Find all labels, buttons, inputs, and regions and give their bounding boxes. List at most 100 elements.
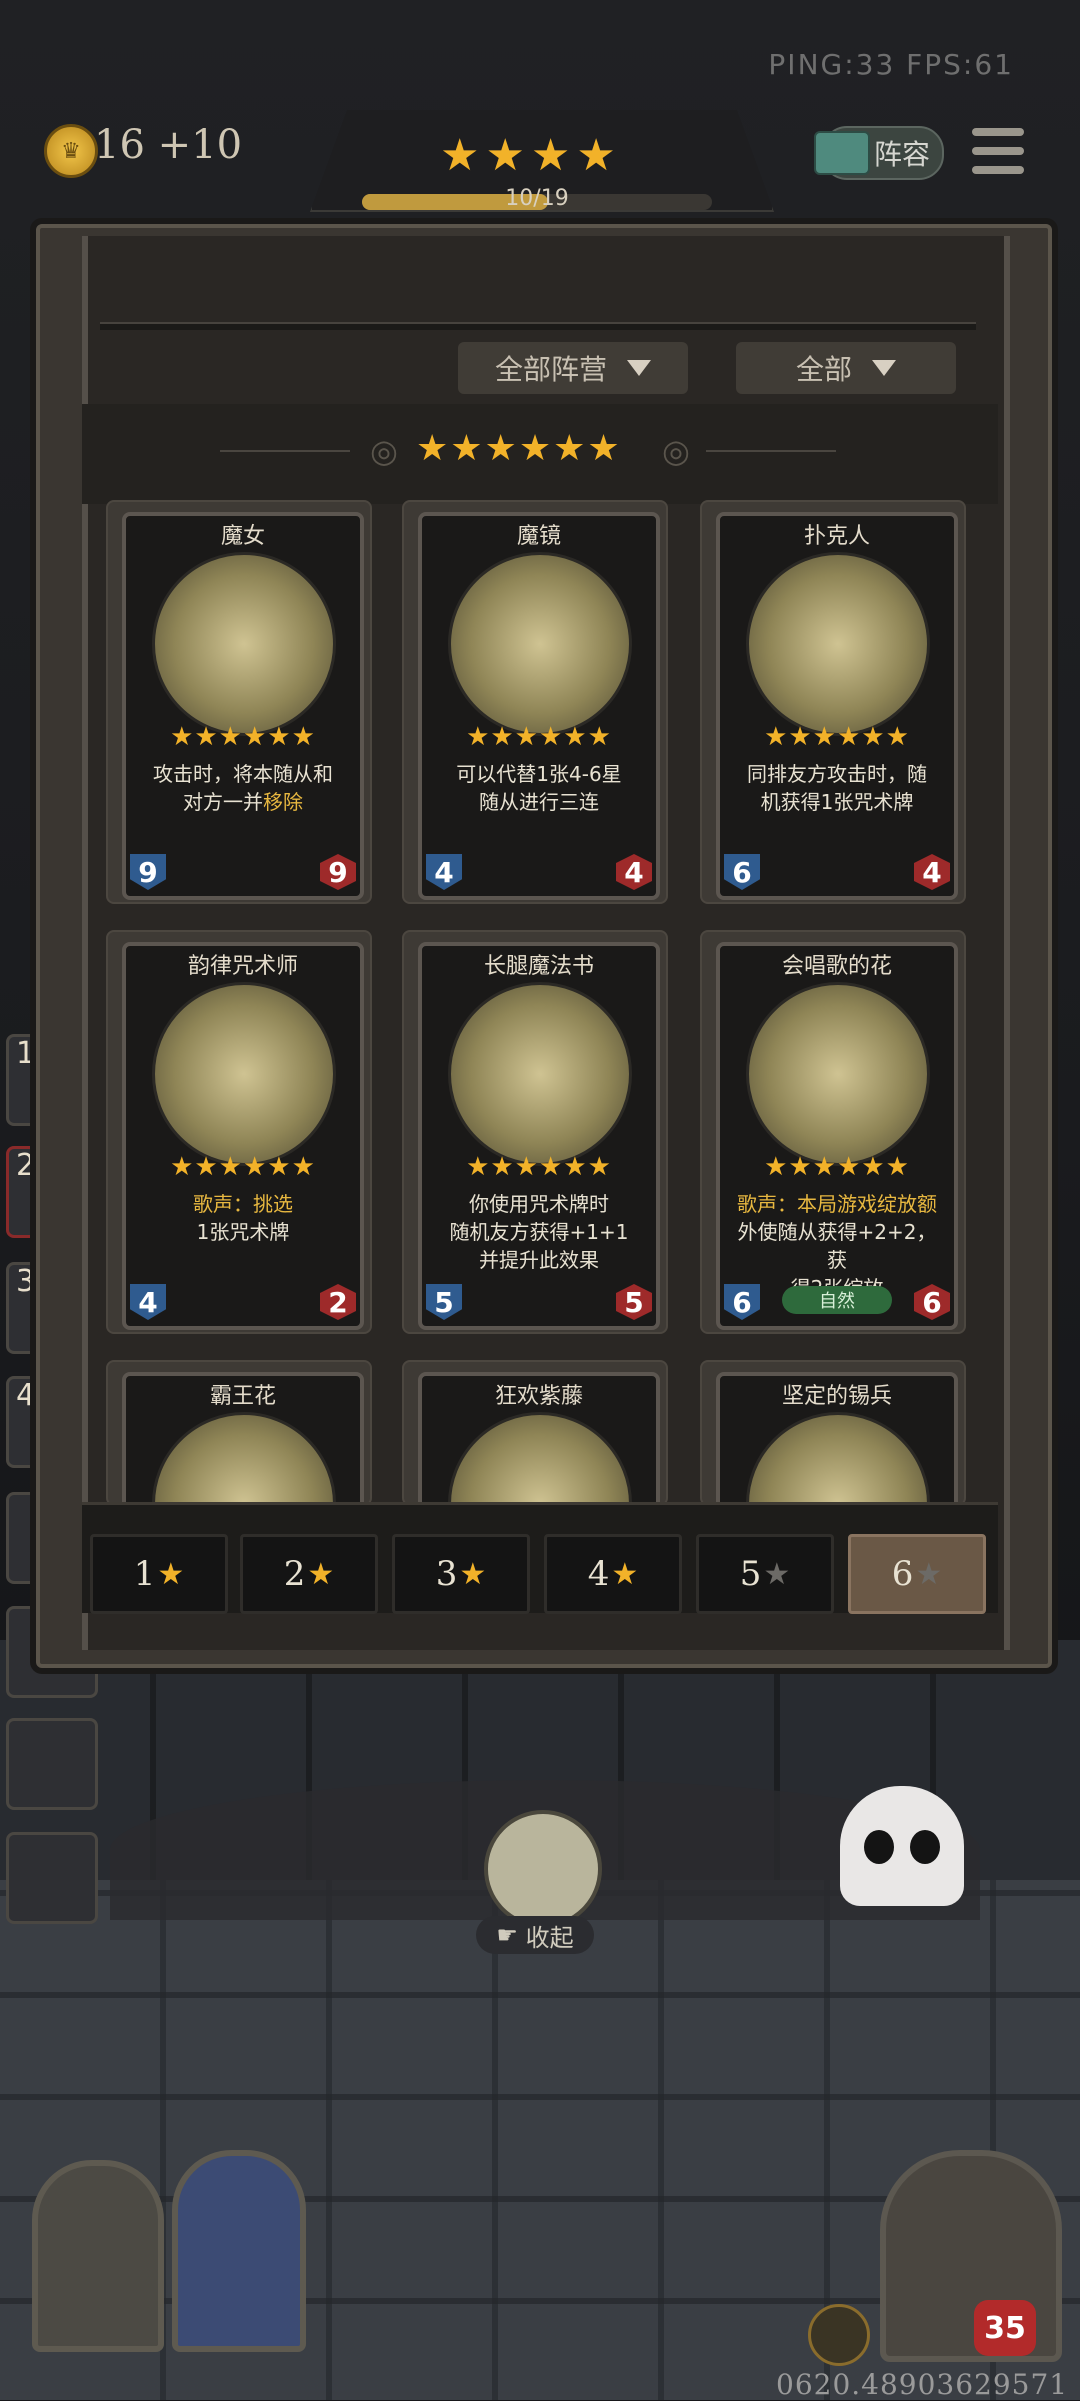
card-portrait — [448, 552, 632, 736]
card-desc-line: 并提升此效果 — [479, 1248, 599, 1272]
ghost-eye — [864, 1830, 894, 1864]
card-desc-line: 机获得1张咒术牌 — [760, 790, 914, 814]
card-portrait — [448, 1412, 632, 1504]
star-icon: ★ — [763, 1556, 791, 1592]
side-slot-gargoyle[interactable] — [6, 1832, 98, 1924]
minion-card[interactable]: 扑克人 ★★★★★★ 同排友方攻击时，随 机获得1张咒术牌 6 4 — [700, 500, 966, 904]
card-face: 霸王花 — [122, 1372, 364, 1504]
tier-tab-label: 5 — [739, 1554, 762, 1594]
tier-tab-6[interactable]: 6 ★ — [848, 1534, 986, 1614]
health-stat: 5 — [616, 1284, 652, 1320]
tribe-badge: 自然 — [782, 1286, 892, 1314]
collapse-button[interactable]: ☛ 收起 — [476, 1916, 594, 1954]
ghost-mascot[interactable] — [840, 1786, 964, 1906]
card-name: 长腿魔法书 — [483, 954, 594, 979]
card-face: 魔女 ★★★★★★ 攻击时，将本随从和 对方一并移除 9 9 — [122, 512, 364, 900]
minion-card[interactable]: 狂欢紫藤 — [402, 1360, 668, 1506]
star-icon: ★ — [307, 1556, 335, 1592]
pointer-icon: ☛ — [496, 1921, 526, 1949]
card-desc-line: 随从进行三连 — [479, 790, 599, 814]
divider-line — [220, 450, 350, 452]
divider-line — [706, 450, 836, 452]
minion-card[interactable]: 魔镜 ★★★★★★ 可以代替1张4-6星 随从进行三连 4 4 — [402, 500, 668, 904]
star-icon: ★ — [459, 1556, 487, 1592]
card-desc-keyword: 移除 — [263, 790, 303, 814]
shop-slot-gift[interactable] — [172, 2150, 306, 2352]
card-face: 魔镜 ★★★★★★ 可以代替1张4-6星 随从进行三连 4 4 — [418, 512, 660, 900]
coin-count: 16 +10 — [94, 122, 243, 168]
lineup-label: 阵容 — [874, 138, 931, 171]
card-description: 歌声：挑选 1张咒术牌 — [138, 1190, 348, 1246]
swirl-ornament-icon: ◎ — [662, 432, 690, 470]
card-description: 同排友方攻击时，随 机获得1张咒术牌 — [732, 760, 942, 816]
crown-coin-icon: ♛ — [44, 124, 98, 178]
card-stars: ★★★★★★ — [764, 1152, 910, 1182]
card-face: 坚定的锡兵 — [716, 1372, 958, 1504]
card-desc-line: 对方一并移除 — [183, 790, 303, 814]
tier-tab-label: 2 — [283, 1554, 306, 1594]
tier-tab-3[interactable]: 3 ★ — [392, 1534, 530, 1614]
side-slot-number: 1 — [16, 1036, 36, 1071]
type-filter-dropdown[interactable]: 全部 — [736, 342, 956, 394]
card-desc-line: 1张咒术牌 — [196, 1220, 290, 1244]
minion-card[interactable]: 长腿魔法书 ★★★★★★ 你使用咒术牌时 随机友方获得+1+1 并提升此效果 5 5 — [402, 930, 668, 1334]
minion-card[interactable]: 霸王花 — [106, 1360, 372, 1506]
type-filter-label: 全部 — [795, 353, 852, 386]
lineup-button[interactable]: 阵容 — [814, 126, 944, 180]
card-name: 韵律咒术师 — [187, 954, 298, 979]
book-icon — [814, 131, 870, 175]
swirl-ornament-icon: ◎ — [370, 432, 398, 470]
star-icon: ★ — [915, 1556, 943, 1592]
ping-fps-readout: PING:33 FPS:61 — [768, 48, 1014, 81]
scroll-icon[interactable] — [484, 1810, 602, 1928]
minion-card[interactable]: 会唱歌的花★★★★★★歌声：本局游戏绽放额外使随从获得+2+2，获得2张绽放自然… — [700, 930, 966, 1334]
collapse-label: 收起 — [525, 1923, 574, 1952]
shop-slot-gargoyle[interactable] — [32, 2160, 164, 2352]
menu-icon[interactable] — [972, 128, 1024, 174]
side-slot-number: 4 — [16, 1378, 36, 1413]
attack-stat: 4 — [130, 1284, 166, 1320]
tier-tab-5[interactable]: 5 ★ — [696, 1534, 834, 1614]
card-portrait — [746, 552, 930, 736]
minion-card[interactable]: 魔女 ★★★★★★ 攻击时，将本随从和 对方一并移除 9 9 — [106, 500, 372, 904]
card-stars: ★★★★★★ — [466, 722, 612, 752]
card-desc-keyword: 歌声：本局游戏绽放额 — [737, 1192, 937, 1216]
card-name: 魔镜 — [516, 524, 561, 549]
chevron-down-icon — [627, 360, 651, 376]
card-name: 扑克人 — [803, 524, 870, 549]
card-stars: ★★★★★★ — [170, 722, 316, 752]
card-desc-line: 攻击时，将本随从和 — [153, 762, 333, 786]
health-stat: 4 — [616, 854, 652, 890]
tier-tab-label: 1 — [133, 1554, 156, 1594]
card-name: 狂欢紫藤 — [494, 1384, 583, 1409]
card-portrait — [448, 982, 632, 1166]
tier-tab-label: 4 — [587, 1554, 610, 1594]
card-portrait — [152, 1412, 336, 1504]
tier-tab-4[interactable]: 4 ★ — [544, 1534, 682, 1614]
card-desc-line: 同排友方攻击时，随 — [747, 762, 927, 786]
faction-filter-dropdown[interactable]: 全部阵营 — [458, 342, 688, 394]
panel-divider — [100, 322, 976, 330]
hero-health: 35 — [974, 2300, 1036, 2356]
card-portrait — [746, 1412, 930, 1504]
card-description: 可以代替1张4-6星 随从进行三连 — [434, 760, 644, 816]
debug-coordinates: 0620.48903629571 — [776, 2368, 1069, 2401]
minion-card[interactable]: 坚定的锡兵 — [700, 1360, 966, 1506]
card-face: 韵律咒术师 ★★★★★★ 歌声：挑选 1张咒术牌 4 2 — [122, 942, 364, 1330]
section-tier-stars: ★★★★★★ — [416, 428, 622, 469]
health-stat: 2 — [320, 1284, 356, 1320]
minion-card[interactable]: 韵律咒术师 ★★★★★★ 歌声：挑选 1张咒术牌 4 2 — [106, 930, 372, 1334]
side-slot-number: 2 — [16, 1148, 36, 1183]
hero-power-icon[interactable] — [808, 2304, 870, 2366]
attack-stat: 6 — [724, 1284, 760, 1320]
tier-tab-label: 3 — [435, 1554, 458, 1594]
tier-tab-label: 6 — [891, 1554, 914, 1594]
card-desc-line: 外使随从获得+2+2，获 — [737, 1220, 937, 1272]
side-slot-gnome[interactable] — [6, 1718, 98, 1810]
card-name: 霸王花 — [209, 1384, 276, 1409]
tier-tab-1[interactable]: 1 ★ — [90, 1534, 228, 1614]
tier-tab-2[interactable]: 2 ★ — [240, 1534, 378, 1614]
card-desc-line: 可以代替1张4-6星 — [456, 762, 622, 786]
card-stars: ★★★★★★ — [466, 1152, 612, 1182]
tavern-tier-stars: ★★★★ — [440, 130, 622, 181]
